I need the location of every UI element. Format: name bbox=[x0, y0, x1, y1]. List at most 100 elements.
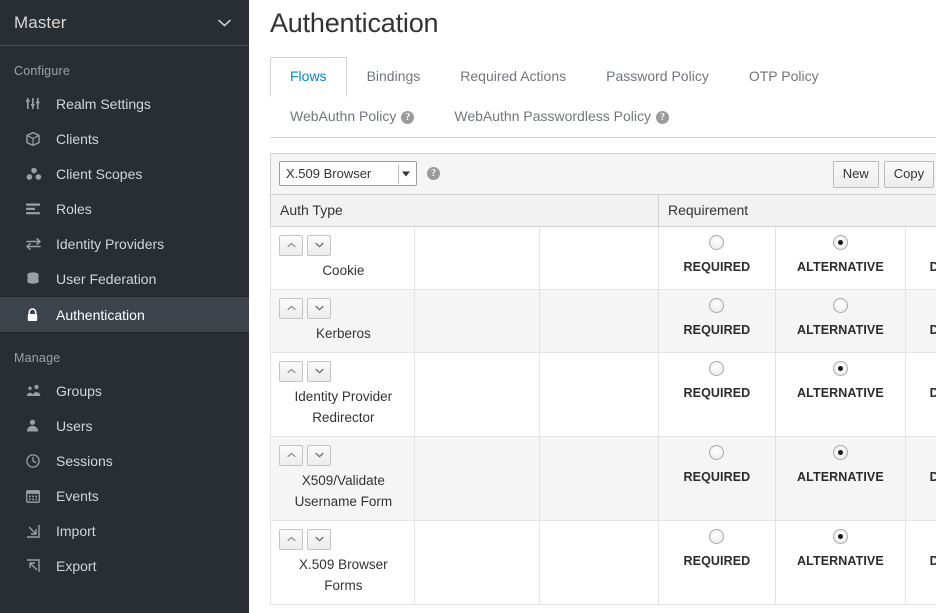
radio-alternative[interactable] bbox=[832, 297, 848, 313]
sidebar-item-label: Export bbox=[56, 557, 97, 574]
sidebar-item-label: Authentication bbox=[56, 306, 145, 323]
tab-bindings[interactable]: Bindings bbox=[347, 57, 441, 97]
requirement-cell-alternative[interactable]: ALTERNATIVE bbox=[774, 351, 907, 437]
radio-alternative[interactable] bbox=[832, 444, 848, 460]
tab-webauthn-policy[interactable]: WebAuthn Policy ? bbox=[270, 97, 434, 137]
move-up-button[interactable] bbox=[279, 234, 303, 256]
requirement-cell-required[interactable]: REQUIRED bbox=[658, 288, 776, 353]
tab-row-primary: Flows Bindings Required Actions Password… bbox=[270, 57, 936, 98]
move-up-button[interactable] bbox=[279, 444, 303, 466]
auth-type-spacer-cell bbox=[538, 519, 660, 605]
requirement-cell-disabled[interactable]: DISABLED bbox=[905, 351, 936, 437]
tab-label: WebAuthn Policy bbox=[290, 108, 397, 125]
requirement-cell-required[interactable]: REQUIRED bbox=[658, 351, 776, 437]
requirement-label: DISABLED bbox=[929, 385, 936, 400]
requirement-label: REQUIRED bbox=[683, 385, 751, 400]
auth-type-spacer-cell bbox=[538, 435, 660, 521]
requirement-cell-disabled[interactable]: DISABLED bbox=[905, 225, 936, 290]
help-circle-icon[interactable]: ? bbox=[655, 110, 669, 124]
sidebar-item-import[interactable]: Import bbox=[0, 513, 249, 548]
list-icon bbox=[26, 203, 50, 215]
auth-type-spacer-cell bbox=[538, 351, 660, 437]
tab-password-policy[interactable]: Password Policy bbox=[586, 57, 729, 97]
sidebar-item-user-federation[interactable]: User Federation bbox=[0, 261, 249, 296]
sidebar-item-label: Events bbox=[56, 487, 99, 504]
radio-required[interactable] bbox=[709, 234, 725, 250]
help-circle-icon[interactable]: ? bbox=[427, 167, 440, 181]
sliders-icon bbox=[26, 97, 50, 110]
requirement-label: REQUIRED bbox=[683, 553, 751, 568]
realm-selector[interactable]: Master bbox=[0, 0, 249, 45]
sidebar-item-sessions[interactable]: Sessions bbox=[0, 443, 249, 478]
auth-type-spacer-cell bbox=[413, 288, 540, 353]
sidebar-item-export[interactable]: Export bbox=[0, 548, 249, 583]
requirement-cell-alternative[interactable]: ALTERNATIVE bbox=[774, 288, 907, 353]
auth-type-cell: Identity Provider Redirector bbox=[270, 351, 415, 437]
tab-otp-policy[interactable]: OTP Policy bbox=[729, 57, 839, 97]
sidebar: Master Configure Realm Settings Clients … bbox=[0, 0, 249, 613]
tab-required-actions[interactable]: Required Actions bbox=[440, 57, 586, 97]
auth-type-spacer-cell bbox=[538, 225, 660, 290]
order-buttons bbox=[279, 234, 408, 256]
requirement-cell-disabled[interactable]: DISABLED bbox=[905, 435, 936, 521]
requirement-cell-alternative[interactable]: ALTERNATIVE bbox=[774, 225, 907, 290]
copy-button[interactable]: Copy bbox=[883, 160, 935, 189]
requirement-label: DISABLED bbox=[929, 259, 936, 274]
help-circle-icon[interactable]: ? bbox=[401, 110, 415, 124]
app-root: Master Configure Realm Settings Clients … bbox=[0, 0, 936, 613]
move-up-button[interactable] bbox=[279, 528, 303, 550]
auth-type-name: Kerberos bbox=[315, 325, 371, 341]
requirement-cell-alternative[interactable]: ALTERNATIVE bbox=[774, 519, 907, 605]
tab-label: WebAuthn Passwordless Policy bbox=[454, 108, 651, 125]
tab-flows[interactable]: Flows bbox=[270, 57, 347, 98]
tab-webauthn-passwordless-policy[interactable]: WebAuthn Passwordless Policy ? bbox=[434, 97, 689, 137]
sidebar-item-clients[interactable]: Clients bbox=[0, 121, 249, 156]
move-up-button[interactable] bbox=[279, 360, 303, 382]
requirement-cell-alternative[interactable]: ALTERNATIVE bbox=[774, 435, 907, 521]
radio-alternative[interactable] bbox=[832, 234, 848, 250]
requirement-cell-required[interactable]: REQUIRED bbox=[658, 519, 776, 605]
table-body: Cookie REQUIRED ALTERNATIVE D Kerberos R… bbox=[270, 225, 936, 605]
flows-table: Auth Type Requirement Cookie REQUIRED AL… bbox=[270, 193, 936, 605]
sidebar-item-authentication[interactable]: Authentication bbox=[0, 296, 249, 333]
nav-section-configure-label: Configure bbox=[14, 64, 70, 78]
flow-select[interactable]: X.509 Browser bbox=[279, 161, 417, 187]
sidebar-item-events[interactable]: Events bbox=[0, 478, 249, 513]
requirement-cell-required[interactable]: REQUIRED bbox=[658, 435, 776, 521]
main-content: Authentication Flows Bindings Required A… bbox=[249, 0, 936, 613]
radio-required[interactable] bbox=[709, 444, 725, 460]
radio-required[interactable] bbox=[709, 528, 725, 544]
table-row: Cookie REQUIRED ALTERNATIVE D bbox=[270, 225, 936, 290]
sidebar-item-client-scopes[interactable]: Client Scopes bbox=[0, 156, 249, 191]
flow-select-wrapper: X.509 Browser bbox=[279, 161, 417, 187]
move-down-button[interactable] bbox=[307, 360, 331, 382]
move-down-button[interactable] bbox=[307, 297, 331, 319]
flows-panel: X.509 Browser ? New Copy Delete Add exec… bbox=[270, 152, 936, 605]
requirement-cell-disabled[interactable]: DISABLED bbox=[905, 288, 936, 353]
radio-required[interactable] bbox=[709, 297, 725, 313]
radio-alternative[interactable] bbox=[832, 528, 848, 544]
lock-icon bbox=[26, 307, 50, 322]
sidebar-item-roles[interactable]: Roles bbox=[0, 191, 249, 226]
sidebar-item-realm-settings[interactable]: Realm Settings bbox=[0, 86, 249, 121]
tab-label: Flows bbox=[290, 68, 327, 84]
requirement-label: ALTERNATIVE bbox=[797, 553, 884, 568]
sidebar-item-groups[interactable]: Groups bbox=[0, 373, 249, 408]
nav-section-manage-label: Manage bbox=[14, 351, 61, 365]
sidebar-item-identity-providers[interactable]: Identity Providers bbox=[0, 226, 249, 261]
move-down-button[interactable] bbox=[307, 444, 331, 466]
requirement-cell-disabled[interactable]: DISABLED bbox=[905, 519, 936, 605]
move-down-button[interactable] bbox=[307, 528, 331, 550]
move-up-button[interactable] bbox=[279, 297, 303, 319]
auth-type-name: Cookie bbox=[322, 262, 365, 278]
requirement-label: REQUIRED bbox=[683, 322, 751, 337]
requirement-cell-required[interactable]: REQUIRED bbox=[658, 225, 776, 290]
radio-alternative[interactable] bbox=[832, 360, 848, 376]
requirement-label: REQUIRED bbox=[683, 469, 751, 484]
sidebar-item-users[interactable]: Users bbox=[0, 408, 249, 443]
order-buttons bbox=[279, 444, 408, 466]
move-down-button[interactable] bbox=[307, 234, 331, 256]
requirement-label: DISABLED bbox=[929, 553, 936, 568]
radio-required[interactable] bbox=[709, 360, 725, 376]
new-button[interactable]: New bbox=[832, 160, 879, 189]
